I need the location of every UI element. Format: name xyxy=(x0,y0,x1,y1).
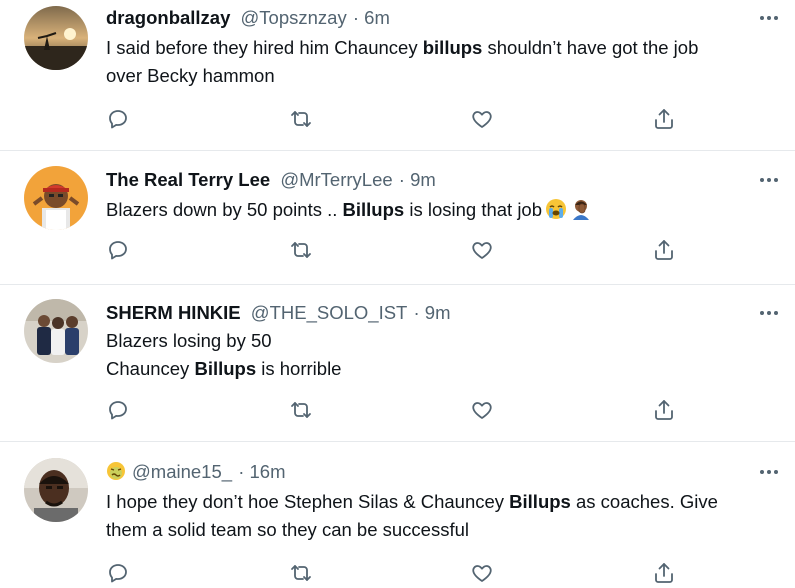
tweet-text-line: over Becky hammon xyxy=(106,65,275,86)
user-handle[interactable]: @Topsznzay xyxy=(241,7,347,28)
reply-icon[interactable] xyxy=(106,398,130,422)
tweet-text-line: Blazers down by 50 points .. Billups is … xyxy=(106,196,776,224)
avatar[interactable] xyxy=(24,166,88,230)
tweet-text-line: Blazers losing by 50 xyxy=(106,330,272,351)
tweet[interactable]: The Real Terry Lee @MrTerryLee · 9m Blaz… xyxy=(0,151,795,284)
tweet-text: Blazers down by 50 points .. Billups is … xyxy=(106,196,776,224)
share-icon[interactable] xyxy=(652,398,676,422)
like-icon[interactable] xyxy=(470,107,494,131)
tweet-text: I hope they don’t hoe Stephen Silas & Ch… xyxy=(106,488,776,544)
share-icon[interactable] xyxy=(652,238,676,262)
tweet-text-line: I hope they don’t hoe Stephen Silas & Ch… xyxy=(106,491,718,512)
loudly-crying-face-emoji xyxy=(545,198,567,220)
reply-icon[interactable] xyxy=(106,561,130,585)
like-icon[interactable] xyxy=(470,238,494,262)
more-options-icon[interactable] xyxy=(757,305,781,321)
reply-icon[interactable] xyxy=(106,238,130,262)
timestamp[interactable]: 16m xyxy=(250,461,286,482)
share-icon[interactable] xyxy=(652,107,676,131)
tweet-text: I said before they hired him Chauncey bi… xyxy=(106,34,776,90)
separator: · xyxy=(398,169,405,190)
separator: · xyxy=(413,302,420,323)
user-handle[interactable]: @maine15_ xyxy=(132,461,232,482)
timestamp[interactable]: 9m xyxy=(410,169,436,190)
reply-icon[interactable] xyxy=(106,107,130,131)
display-name[interactable]: dragonballzay xyxy=(106,7,230,28)
like-icon[interactable] xyxy=(470,398,494,422)
retweet-icon[interactable] xyxy=(289,107,313,131)
timestamp[interactable]: 6m xyxy=(364,7,390,28)
tweet-actions xyxy=(0,238,795,264)
tweet-text: Blazers losing by 50 Chauncey Billups is… xyxy=(106,327,776,383)
tweet-text-line: Chauncey Billups is horrible xyxy=(106,358,342,379)
retweet-icon[interactable] xyxy=(289,238,313,262)
user-handle[interactable]: @MrTerryLee xyxy=(280,169,392,190)
tweet-actions xyxy=(0,398,795,424)
tweet[interactable]: @maine15_ · 16m I hope they don’t hoe St… xyxy=(0,442,795,588)
tweet[interactable]: SHERM HINKIE @THE_SOLO_IST · 9m Blazers … xyxy=(0,285,795,441)
nauseated-face-emoji xyxy=(106,461,126,481)
display-name[interactable]: SHERM HINKIE xyxy=(106,302,241,323)
man-facepalming-emoji xyxy=(570,198,592,220)
retweet-icon[interactable] xyxy=(289,398,313,422)
tweet[interactable]: dragonballzay @Topsznzay · 6m I said bef… xyxy=(0,0,795,150)
more-options-icon[interactable] xyxy=(757,464,781,480)
tweet-actions xyxy=(0,561,795,587)
tweet-actions xyxy=(0,107,795,133)
tweet-text-line: I said before they hired him Chauncey bi… xyxy=(106,37,699,58)
avatar[interactable] xyxy=(24,6,88,70)
retweet-icon[interactable] xyxy=(289,561,313,585)
display-name[interactable]: The Real Terry Lee xyxy=(106,169,270,190)
separator: · xyxy=(352,7,360,28)
tweet-text-line: them a solid team so they can be success… xyxy=(106,519,469,540)
share-icon[interactable] xyxy=(652,561,676,585)
avatar[interactable] xyxy=(24,458,88,522)
more-options-icon[interactable] xyxy=(757,10,781,26)
more-options-icon[interactable] xyxy=(757,172,781,188)
avatar[interactable] xyxy=(24,299,88,363)
like-icon[interactable] xyxy=(470,561,494,585)
separator: · xyxy=(238,461,245,482)
user-handle[interactable]: @THE_SOLO_IST xyxy=(251,302,408,323)
timestamp[interactable]: 9m xyxy=(425,302,451,323)
